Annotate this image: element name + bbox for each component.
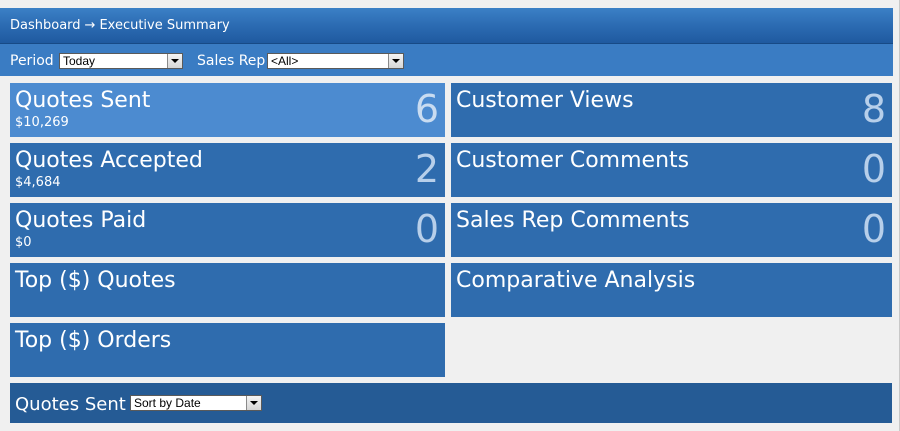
filter-bar: Period Today Sales Rep <All> [0,44,893,76]
sort-select[interactable]: Sort by Date [130,395,262,411]
tile-title: Quotes Paid [15,208,147,233]
tile-title: Quotes Accepted [15,148,203,173]
sales-rep-label: Sales Rep [197,53,266,69]
breadcrumb-separator-icon: → [84,18,96,33]
tile-amount: $0 [15,235,32,250]
tile-top-orders[interactable]: Top ($) Orders [10,323,445,377]
tile-count: 6 [414,87,439,131]
tile-title: Sales Rep Comments [456,208,690,233]
tile-title: Top ($) Orders [15,328,172,353]
tile-customer-views[interactable]: Customer Views 8 [451,83,892,137]
period-select-value: Today [63,54,96,68]
tile-quotes-sent[interactable]: Quotes Sent $10,269 6 [10,83,445,137]
chevron-down-icon[interactable] [167,54,182,68]
tile-count: 2 [414,147,439,191]
tile-title: Quotes Sent [15,88,151,113]
tile-count: 0 [861,147,886,191]
breadcrumb: Dashboard → Executive Summary [10,18,230,33]
tile-top-quotes[interactable]: Top ($) Quotes [10,263,445,317]
breadcrumb-current: Executive Summary [99,18,230,33]
period-label: Period [10,53,54,69]
tile-count: 8 [861,87,886,131]
tile-count: 0 [414,207,439,251]
tile-sales-rep-comments[interactable]: Sales Rep Comments 0 [451,203,892,257]
breadcrumb-bar: Dashboard → Executive Summary [0,8,893,44]
tile-amount: $10,269 [15,115,69,130]
tile-title: Comparative Analysis [456,268,696,293]
sort-select-value: Sort by Date [134,396,201,410]
section-title: Quotes Sent [15,394,126,415]
tile-quotes-paid[interactable]: Quotes Paid $0 0 [10,203,445,257]
sales-rep-select-value: <All> [271,54,299,68]
tile-count: 0 [861,207,886,251]
tile-title: Customer Comments [456,148,690,173]
breadcrumb-dashboard-link[interactable]: Dashboard [10,18,81,33]
tile-title: Customer Views [456,88,634,113]
quotes-sent-section-header: Quotes Sent Sort by Date [10,383,892,423]
sales-rep-select[interactable]: <All> [267,53,404,69]
chevron-down-icon[interactable] [388,54,403,68]
dashboard-frame: Dashboard → Executive Summary Period Today… [0,0,900,431]
period-select[interactable]: Today [59,53,183,69]
tile-comparative-analysis[interactable]: Comparative Analysis [451,263,892,317]
chevron-down-icon[interactable] [246,396,261,410]
tile-customer-comments[interactable]: Customer Comments 0 [451,143,892,197]
tile-quotes-accepted[interactable]: Quotes Accepted $4,684 2 [10,143,445,197]
tile-title: Top ($) Quotes [15,268,176,293]
tile-amount: $4,684 [15,175,61,190]
